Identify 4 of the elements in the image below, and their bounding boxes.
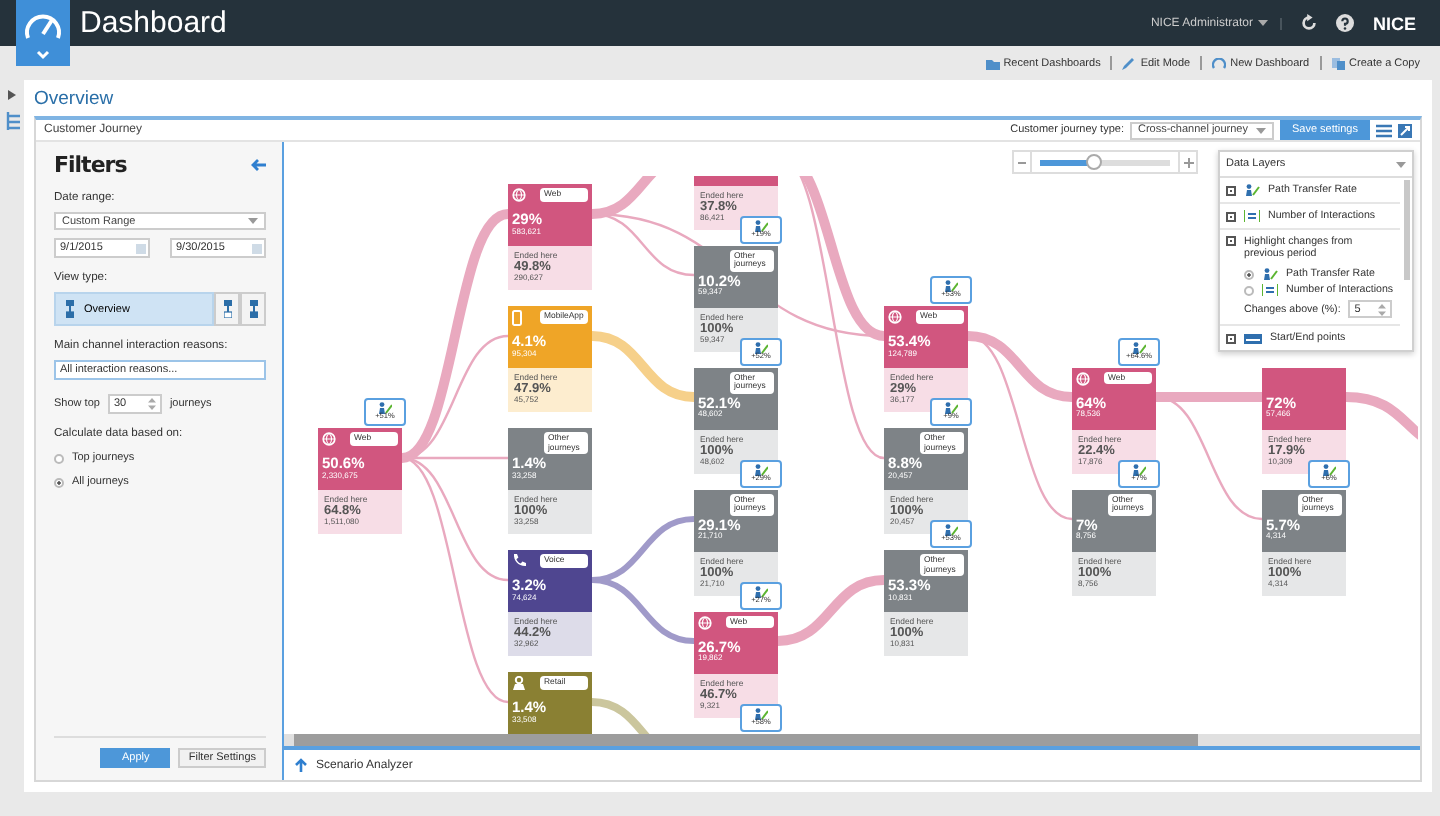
app-title: Dashboard (80, 6, 227, 40)
page-title: Overview (34, 86, 116, 114)
brand-logo: NICE (1372, 13, 1416, 33)
filters-title: Filters (54, 152, 127, 178)
